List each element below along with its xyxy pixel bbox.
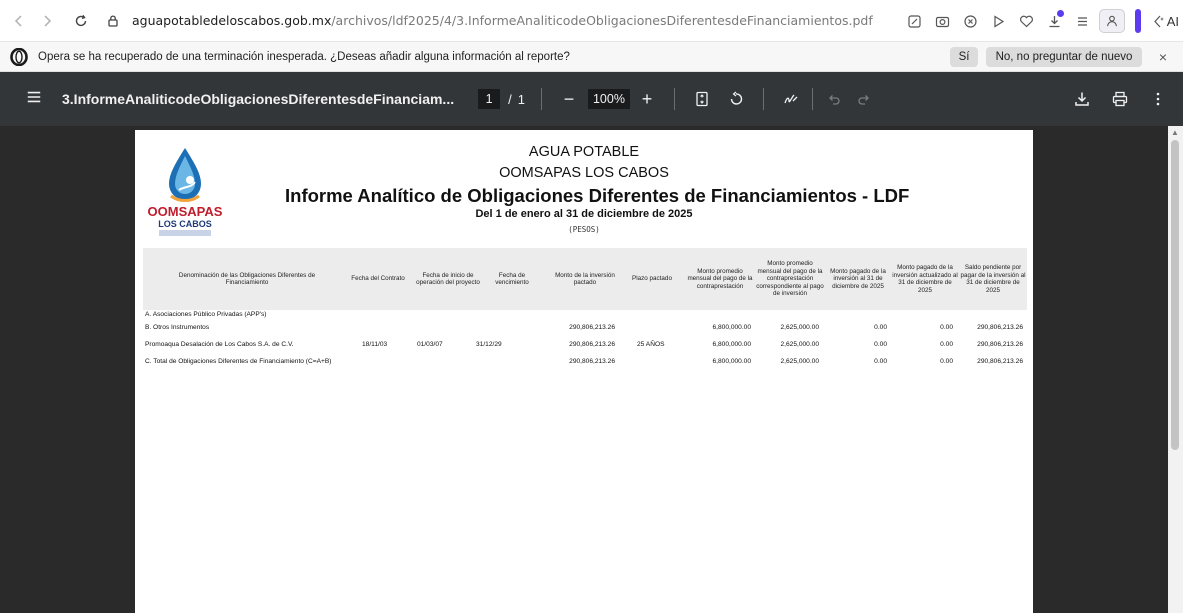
dont-ask-again-button[interactable]: No, no preguntar de nuevo xyxy=(986,47,1142,67)
back-icon[interactable] xyxy=(8,10,30,32)
opera-logo-icon xyxy=(10,47,28,66)
download-icon[interactable] xyxy=(1043,9,1067,33)
header-fecha-inicio: Fecha de inicio de operación del proyect… xyxy=(416,271,480,287)
report-org-line2: OOMSAPAS LOS CABOS xyxy=(499,165,669,181)
cell-term: 25 AÑOS xyxy=(637,341,665,348)
url-field[interactable]: aguapotabledeloscabos.gob.mx/archivos/ld… xyxy=(132,13,873,28)
report-period: Del 1 de enero al 31 de diciembre de 202… xyxy=(475,208,693,220)
rotate-icon[interactable] xyxy=(725,88,747,110)
header-monto-promedio-pago: Monto promedio mensual del pago de la co… xyxy=(687,267,753,290)
cell-paid-updated: 0.00 xyxy=(940,341,953,348)
cell-name: A. Asociaciones Público Privadas (APP's) xyxy=(145,311,267,318)
table-row: A. Asociaciones Público Privadas (APP's) xyxy=(135,311,1033,323)
cell-avg-payment: 6,800,000.00 xyxy=(712,341,751,348)
header-monto-inversion: Monto de la inversión pactado xyxy=(555,271,615,287)
header-fecha-contrato: Fecha del Contrato xyxy=(351,275,405,283)
cell-paid-updated: 0.00 xyxy=(940,324,953,331)
pdf-download-icon[interactable] xyxy=(1071,88,1093,110)
more-options-icon[interactable] xyxy=(1147,88,1169,110)
snapshot-icon[interactable] xyxy=(931,9,955,33)
zoom-out-button[interactable]: − xyxy=(558,88,580,110)
scroll-up-icon[interactable]: ▲ xyxy=(1171,128,1179,137)
toolbar-divider xyxy=(540,88,542,110)
zoom-level-input[interactable]: 100% xyxy=(587,89,630,109)
aria-ai-icon[interactable]: AI xyxy=(1151,9,1179,33)
cell-balance: 290,806,213.26 xyxy=(977,341,1023,348)
heart-icon[interactable] xyxy=(1015,9,1039,33)
zoom-in-button[interactable]: + xyxy=(636,88,658,110)
edit-page-icon[interactable] xyxy=(903,9,927,33)
cell-amount: 290,806,213.26 xyxy=(569,324,615,331)
page-number-input[interactable]: 1 xyxy=(478,89,501,109)
url-path: /archivos/ldf2025/4/3.InformeAnaliticode… xyxy=(331,13,873,28)
table-header: Denominación de las Obligaciones Diferen… xyxy=(143,248,1027,310)
cell-amount: 290,806,213.26 xyxy=(569,341,615,348)
toolbar-divider xyxy=(673,88,675,110)
cell-amount: 290,806,213.26 xyxy=(569,358,615,365)
header-saldo-pendiente: Saldo pendiente por pagar de la inversió… xyxy=(960,264,1026,294)
table-row: Promoaqua Desalación de Los Cabos S.A. d… xyxy=(135,341,1033,353)
easy-setup-icon[interactable] xyxy=(1071,9,1095,33)
cell-paid-updated: 0.00 xyxy=(940,358,953,365)
print-icon[interactable] xyxy=(1109,88,1131,110)
pdf-file-title: 3.InformeAnaliticodeObligacionesDiferent… xyxy=(62,91,455,107)
vertical-scrollbar[interactable]: ▲ xyxy=(1168,126,1183,613)
report-title: Informe Analítico de Obligaciones Difere… xyxy=(285,185,910,206)
cell-avg-investment: 2,625,000.00 xyxy=(780,358,819,365)
header-fecha-vencimiento: Fecha de vencimiento xyxy=(495,271,529,287)
sidebar-accent-bar xyxy=(1134,9,1141,33)
yes-button[interactable]: Sí xyxy=(950,47,978,67)
infobar-close-icon[interactable]: × xyxy=(1159,49,1167,65)
profile-icon[interactable] xyxy=(1098,9,1125,33)
cell-avg-investment: 2,625,000.00 xyxy=(780,324,819,331)
report-currency: (PESOS) xyxy=(568,225,600,234)
fit-page-icon[interactable] xyxy=(691,88,713,110)
reload-icon[interactable] xyxy=(70,10,92,32)
browser-address-bar: aguapotabledeloscabos.gob.mx/archivos/ld… xyxy=(0,0,1183,42)
table-row: C. Total de Obligaciones Diferentes de F… xyxy=(135,358,1033,370)
cell-avg-payment: 6,800,000.00 xyxy=(712,358,751,365)
cell-paid: 0.00 xyxy=(874,341,887,348)
header-monto-pagado-actualizado: Monto pagado de la inversión actualizado… xyxy=(892,264,958,294)
cell-start-date: 01/03/07 xyxy=(417,341,443,348)
download-badge-icon xyxy=(1056,10,1064,17)
annotate-icon[interactable] xyxy=(780,88,802,110)
cell-paid: 0.00 xyxy=(874,324,887,331)
cell-paid: 0.00 xyxy=(874,358,887,365)
forward-icon[interactable] xyxy=(36,10,58,32)
cell-due-date: 31/12/29 xyxy=(476,341,502,348)
table-row: B. Otros Instrumentos 290,806,213.26 6,8… xyxy=(135,324,1033,336)
header-monto-pagado: Monto pagado de la inversión al 31 de di… xyxy=(830,267,886,290)
ai-label: AI xyxy=(1166,13,1179,29)
toolbar-divider xyxy=(762,88,764,110)
cell-name: Promoaqua Desalación de Los Cabos S.A. d… xyxy=(145,341,294,348)
crash-recovery-infobar: Opera se ha recuperado de una terminació… xyxy=(0,42,1183,72)
pdf-menu-icon[interactable] xyxy=(26,90,44,109)
infobar-message: Opera se ha recuperado de una terminació… xyxy=(38,50,570,63)
scrollbar-thumb[interactable] xyxy=(1171,140,1179,450)
toolbar-divider xyxy=(811,88,813,110)
player-icon[interactable] xyxy=(987,9,1011,33)
undo-icon[interactable] xyxy=(823,88,845,110)
header-denominacion: Denominación de las Obligaciones Diferen… xyxy=(178,271,316,287)
adblock-icon[interactable] xyxy=(959,9,983,33)
header-monto-promedio-inversion: Monto promedio mensual del pago de la co… xyxy=(756,260,824,298)
pdf-toolbar: 3.InformeAnaliticodeObligacionesDiferent… xyxy=(0,72,1183,126)
cell-contract-date: 18/11/03 xyxy=(362,341,388,348)
url-domain: aguapotabledeloscabos.gob.mx xyxy=(132,13,332,28)
lock-icon xyxy=(102,10,124,32)
cell-name: B. Otros Instrumentos xyxy=(145,324,210,331)
cell-name: C. Total de Obligaciones Diferentes de F… xyxy=(145,358,332,365)
cell-avg-investment: 2,625,000.00 xyxy=(780,341,819,348)
cell-balance: 290,806,213.26 xyxy=(977,358,1023,365)
cell-balance: 290,806,213.26 xyxy=(977,324,1023,331)
cell-avg-payment: 6,800,000.00 xyxy=(712,324,751,331)
pdf-page: OOMSAPAS LOS CABOS AGUA POTABLE OOMSAPAS… xyxy=(135,130,1033,613)
report-org-line1: AGUA POTABLE xyxy=(528,144,640,160)
header-plazo: Plazo pactado xyxy=(632,275,672,283)
redo-icon[interactable] xyxy=(853,88,875,110)
total-pages: 1 xyxy=(517,91,525,107)
page-separator: / xyxy=(508,91,512,107)
